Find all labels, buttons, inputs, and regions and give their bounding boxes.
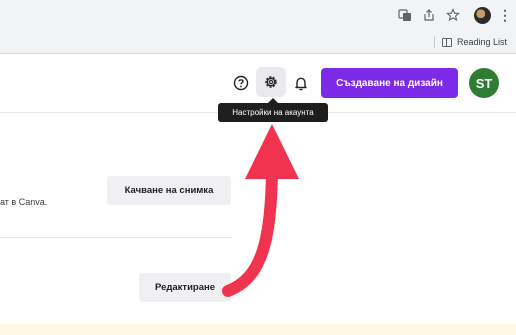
browser-toolbar: ⋮ Reading List [0, 0, 516, 54]
section-divider [0, 237, 232, 238]
help-icon[interactable] [231, 73, 251, 93]
account-page: Създаване на дизайн ST Настройки на акау… [0, 54, 516, 324]
settings-button[interactable] [256, 67, 286, 97]
share-icon[interactable] [422, 8, 436, 22]
avatar[interactable]: ST [469, 68, 499, 98]
screenshot-frame: ⋮ Reading List Създаване на дизайн ST На… [0, 0, 516, 335]
reading-list-icon [442, 37, 452, 47]
reading-list-label: Reading List [457, 37, 508, 47]
create-design-button[interactable]: Създаване на дизайн [321, 68, 458, 98]
upload-photo-button[interactable]: Качване на снимка [107, 176, 231, 205]
gear-icon [265, 76, 277, 88]
profile-photo-description: ат в Canva. [0, 197, 48, 207]
bell-icon[interactable] [291, 73, 311, 93]
translate-icon[interactable] [398, 8, 412, 22]
menu-icon[interactable]: ⋮ [498, 6, 512, 24]
reading-list-button[interactable]: Reading List [442, 34, 507, 50]
settings-tooltip: Настройки на акаунта [218, 98, 328, 122]
bookmarks-separator [434, 36, 435, 48]
profile-avatar[interactable] [474, 7, 491, 24]
star-icon[interactable] [446, 8, 460, 22]
edit-button[interactable]: Редактиране [139, 273, 231, 302]
